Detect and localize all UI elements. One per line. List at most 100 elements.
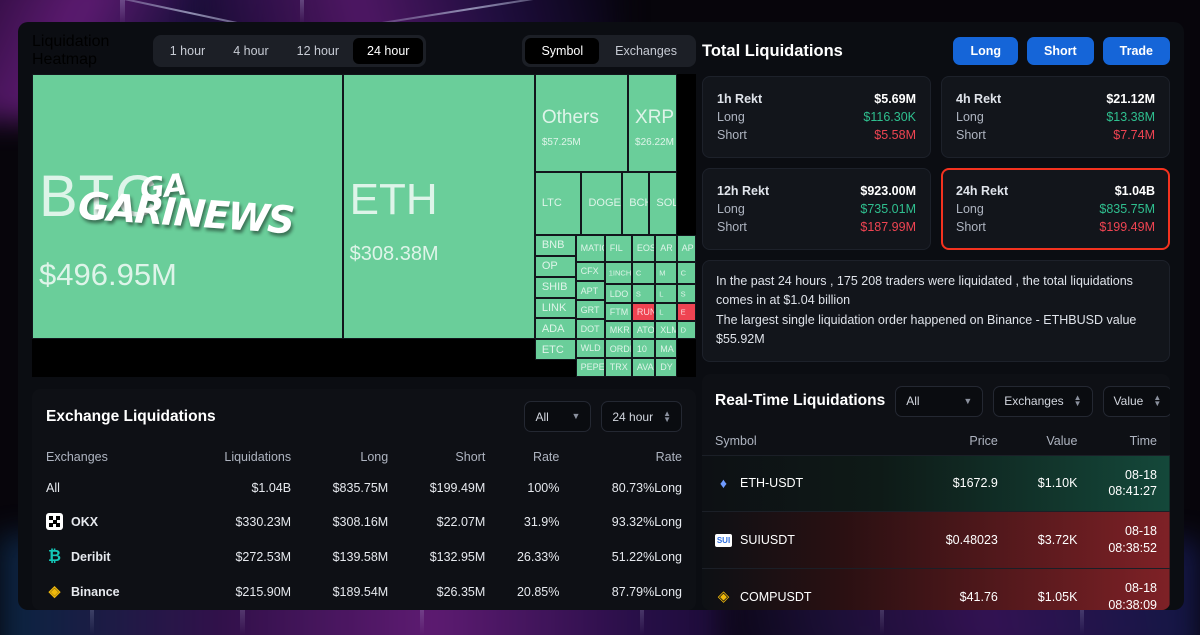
page-title: Liquidation Heatmap: [32, 33, 110, 68]
long-button[interactable]: Long: [953, 37, 1018, 65]
treemap-cell-shib[interactable]: SHIB: [534, 276, 576, 298]
treemap-cell-pepe[interactable]: PEPE: [575, 357, 605, 377]
liquidation-treemap[interactable]: GA GARINEWS BTC $496.95M ETH $308.38M Others…: [32, 74, 696, 377]
treemap-cell-symbol: L: [659, 289, 664, 299]
treemap-cell-1inch[interactable]: 1INCH: [604, 261, 632, 285]
table-row[interactable]: ₿ Deribit $272.53M $139.58M $132.95M 26.33% 51…: [46, 539, 682, 574]
realtime-col-3[interactable]: Time: [1090, 427, 1170, 456]
treemap-cell-ldo[interactable]: LDO: [604, 284, 632, 303]
trade-button[interactable]: Trade: [1102, 37, 1170, 65]
treemap-cell-m[interactable]: M: [655, 261, 677, 285]
realtime-col-0[interactable]: Symbol: [702, 427, 917, 456]
realtime-cell-time: 08-18 08:41:27: [1090, 454, 1170, 512]
treemap-cell-dy[interactable]: DY: [655, 357, 677, 377]
stat-short-label: Short: [956, 128, 986, 142]
treemap-cell-d[interactable]: D: [676, 321, 696, 340]
table-row[interactable]: ◈ COMPUSDT $41.76 $1.05K 08-18 08:38:09: [702, 567, 1170, 610]
exchange-col-2[interactable]: Long: [291, 442, 388, 472]
treemap-cell-ordi[interactable]: ORDI: [604, 339, 632, 358]
treemap-cell-eth[interactable]: ETH $308.38M: [342, 74, 535, 339]
treemap-cell-ap[interactable]: AP: [676, 234, 696, 262]
treemap-cell-ava[interactable]: AVA: [631, 357, 656, 377]
treemap-cell-matic[interactable]: MATIC: [575, 234, 605, 262]
treemap-cell-symbol: MATIC: [580, 243, 604, 254]
treemap-cell-apt[interactable]: APT: [575, 280, 605, 301]
exchange-col-1[interactable]: Liquidations: [175, 442, 291, 472]
treemap-cell-xlm[interactable]: XLM: [655, 321, 677, 340]
treemap-cell-others[interactable]: Others $57.25M: [534, 74, 629, 172]
exchange-col-4[interactable]: Rate: [485, 442, 559, 472]
table-row[interactable]: All $1.04B $835.75M $199.49M 100% 80.73%Long: [46, 472, 682, 504]
realtime-col-2[interactable]: Value: [1011, 427, 1091, 456]
treemap-cell-sol[interactable]: SOL: [649, 171, 677, 235]
stat-period-label: 1h Rekt: [717, 92, 763, 106]
realtime-filter-value[interactable]: Value ▲ ▼: [1102, 385, 1170, 417]
exchange-col-0[interactable]: Exchanges: [46, 442, 175, 472]
treemap-cell-ar[interactable]: AR: [655, 234, 677, 262]
treemap-cell-c[interactable]: C: [676, 261, 696, 285]
stat-card-24h-rekt[interactable]: 24h Rekt $1.04B Long $835.75M Short $199.49M: [941, 168, 1170, 250]
exchange-col-5[interactable]: Rate: [559, 442, 682, 472]
treemap-cell-s[interactable]: S: [631, 284, 656, 303]
treemap-cell-link[interactable]: LINK: [534, 297, 576, 319]
treemap-cell-symbol: S: [680, 289, 686, 299]
tab-exchanges[interactable]: Exchanges: [599, 38, 693, 64]
treemap-cell-rune[interactable]: RUNE: [631, 302, 656, 322]
treemap-cell-ftm[interactable]: FTM: [604, 302, 632, 322]
stat-card-1h-rekt[interactable]: 1h Rekt $5.69M Long $116.30K Short $5.58M: [702, 76, 931, 158]
treemap-cell-xrp[interactable]: XRP $26.22M: [628, 74, 677, 172]
table-row[interactable]: OKX $330.23M $308.16M $22.07M 31.9% 93.32%Lon…: [46, 504, 682, 539]
treemap-cell-cfx[interactable]: CFX: [575, 261, 605, 281]
treemap-cell-ltc[interactable]: LTC: [534, 171, 582, 235]
realtime-col-1[interactable]: Price: [917, 427, 1011, 456]
treemap-cell-trx[interactable]: TRX: [604, 357, 632, 377]
treemap-cell-ma[interactable]: MA: [655, 339, 677, 358]
treemap-cell-mkr[interactable]: MKR: [604, 321, 632, 340]
short-button[interactable]: Short: [1027, 37, 1094, 65]
sort-updown-icon: ▲ ▼: [1153, 393, 1162, 408]
treemap-cell-wld[interactable]: WLD: [575, 338, 605, 358]
treemap-cell-ada[interactable]: ADA: [534, 318, 576, 340]
treemap-cell-l[interactable]: L: [655, 302, 677, 322]
treemap-cell-etc[interactable]: ETC: [534, 339, 576, 361]
exchange-cell-name: ₿ Deribit: [46, 539, 175, 574]
treemap-cell-l[interactable]: L: [655, 284, 677, 303]
treemap-cell-doge[interactable]: DOGE: [581, 171, 623, 235]
tab-symbol[interactable]: Symbol: [525, 38, 600, 64]
realtime-cell-symbol: SUI SUIUSDT: [702, 511, 918, 569]
stat-long-value: $735.01M: [860, 202, 916, 216]
treemap-cell-op[interactable]: OP: [534, 255, 576, 277]
tab-24-hour[interactable]: 24 hour: [353, 38, 424, 64]
realtime-date: 08-18: [1125, 524, 1157, 539]
treemap-cell-bch[interactable]: BCH: [622, 171, 650, 235]
exchange-col-3[interactable]: Short: [388, 442, 485, 472]
treemap-cell-10[interactable]: 10: [631, 339, 656, 358]
realtime-filter-all[interactable]: All ▼: [895, 385, 984, 417]
treemap-cell-c[interactable]: C: [631, 261, 656, 285]
treemap-cell-fil[interactable]: FIL: [604, 234, 632, 262]
treemap-cell-bnb[interactable]: BNB: [534, 234, 576, 256]
treemap-cell-s[interactable]: S: [676, 284, 696, 303]
treemap-cell-grt[interactable]: GRT: [575, 300, 605, 320]
tab-4-hour[interactable]: 4 hour: [219, 38, 282, 64]
treemap-cell-symbol: WLD: [580, 343, 601, 354]
table-row[interactable]: SUI SUIUSDT $0.48023 $3.72K 08-18 08:38:52: [702, 511, 1170, 569]
tab-1-hour[interactable]: 1 hour: [156, 38, 219, 64]
exchange-filter-all[interactable]: All ▼: [524, 401, 592, 432]
dashboard-panel: Liquidation Heatmap 1 hour 4 hour 12 hour 2…: [18, 22, 1184, 610]
treemap-cell-dot[interactable]: DOT: [575, 319, 605, 339]
tab-12-hour[interactable]: 12 hour: [283, 38, 353, 64]
table-row[interactable]: ♦ ETH-USDT $1672.9 $1.10K 08-18 08:41:27: [702, 454, 1170, 512]
stat-short-value: $199.49M: [1099, 220, 1155, 234]
treemap-cell-eos[interactable]: EOS: [631, 234, 656, 262]
exchange-filters: All ▼ 24 hour ▲ ▼: [524, 401, 682, 432]
treemap-cell-e[interactable]: E: [676, 302, 696, 322]
exchange-filter-time[interactable]: 24 hour ▲ ▼: [601, 401, 682, 432]
realtime-filter-exchanges[interactable]: Exchanges ▲ ▼: [993, 385, 1093, 417]
stat-card-4h-rekt[interactable]: 4h Rekt $21.12M Long $13.38M Short $7.74M: [941, 76, 1170, 158]
stat-card-12h-rekt[interactable]: 12h Rekt $923.00M Long $735.01M Short $187.99…: [702, 168, 931, 250]
treemap-cell-symbol: XRP: [635, 107, 675, 128]
table-row[interactable]: ◈ Binance $215.90M $189.54M $26.35M 20.85% 87.…: [46, 574, 682, 609]
treemap-cell-ato[interactable]: ATO: [631, 321, 656, 340]
treemap-cell-btc[interactable]: BTC $496.95M: [32, 74, 343, 339]
